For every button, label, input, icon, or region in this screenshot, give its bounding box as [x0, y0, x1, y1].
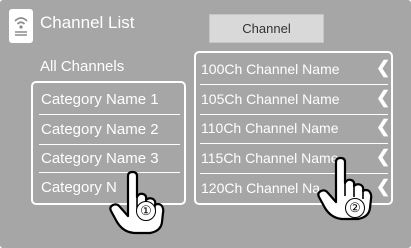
category-item-3[interactable]: Category Name 3: [41, 150, 159, 167]
category-item-1[interactable]: Category Name 1: [41, 91, 159, 108]
divider: [200, 143, 388, 144]
divider: [200, 114, 388, 115]
page-title: Channel List: [40, 13, 135, 32]
radio-broadcast-icon: [9, 9, 33, 43]
chevron-left-icon[interactable]: ❮: [376, 88, 390, 108]
chevron-left-icon[interactable]: ❮: [376, 58, 390, 78]
divider: [39, 144, 180, 145]
chevron-left-icon[interactable]: ❮: [376, 147, 390, 167]
pointing-hand-icon: [109, 170, 165, 235]
callout-number-one: ①: [136, 201, 156, 221]
channel-item-100[interactable]: 100Ch Channel Name: [201, 61, 340, 77]
channel-item-105[interactable]: 105Ch Channel Name: [201, 91, 340, 107]
channel-button[interactable]: Channel: [209, 14, 324, 43]
chevron-left-icon[interactable]: ❮: [376, 117, 390, 137]
divider: [39, 114, 180, 115]
category-item-2[interactable]: Category Name 2: [41, 121, 159, 138]
channel-item-110[interactable]: 110Ch Channel Name: [201, 120, 339, 136]
divider: [200, 84, 388, 85]
channel-list-screen: Channel List Channel All Channels Catego…: [0, 0, 411, 248]
channel-item-120[interactable]: 120Ch Channel Na: [201, 180, 320, 196]
category-all-channels[interactable]: All Channels: [40, 58, 124, 75]
chevron-left-icon[interactable]: ❮: [376, 177, 390, 197]
callout-number-two: ②: [345, 198, 365, 218]
